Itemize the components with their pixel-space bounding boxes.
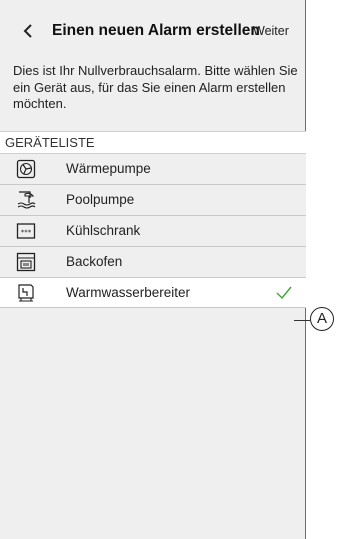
list-item-heat-pump[interactable]: Wärmepumpe [0,154,306,185]
list-item-label: Kühlschrank [66,223,141,238]
list-item-oven[interactable]: Backofen [0,247,306,278]
heat-pump-icon [16,159,36,179]
list-item-label: Wärmepumpe [66,161,151,176]
page-title: Einen neuen Alarm erstellen [52,22,260,39]
water-heater-icon [16,283,36,303]
phone-screen: Einen neuen Alarm erstellen Weiter Dies … [0,0,306,539]
back-button[interactable] [20,12,36,50]
device-list-header: GERÄTELISTE [0,131,306,154]
app-header: Einen neuen Alarm erstellen Weiter [0,12,306,50]
description-text: Dies ist Ihr Nullverbrauchsalarm. Bitte … [13,63,298,111]
oven-icon [16,252,36,272]
next-button[interactable]: Weiter [253,12,289,50]
list-item-fridge[interactable]: *** Kühlschrank [0,216,306,247]
list-item-water-heater[interactable]: Warmwasserbereiter [0,278,306,308]
list-item-label: Warmwasserbereiter [66,285,191,300]
device-list: Wärmepumpe Poolpumpe *** Kühlschrank Bac… [0,154,306,308]
list-item-label: Poolpumpe [66,192,135,207]
callout-marker: A [310,307,334,331]
checkmark-icon [275,284,293,302]
list-item-label: Backofen [66,254,123,269]
chevron-left-icon [23,24,32,38]
svg-text:***: *** [21,229,32,237]
callout-leader-line [294,320,310,321]
list-item-pool-pump[interactable]: Poolpumpe [0,185,306,216]
pool-pump-icon [16,190,36,210]
fridge-icon: *** [16,221,36,241]
